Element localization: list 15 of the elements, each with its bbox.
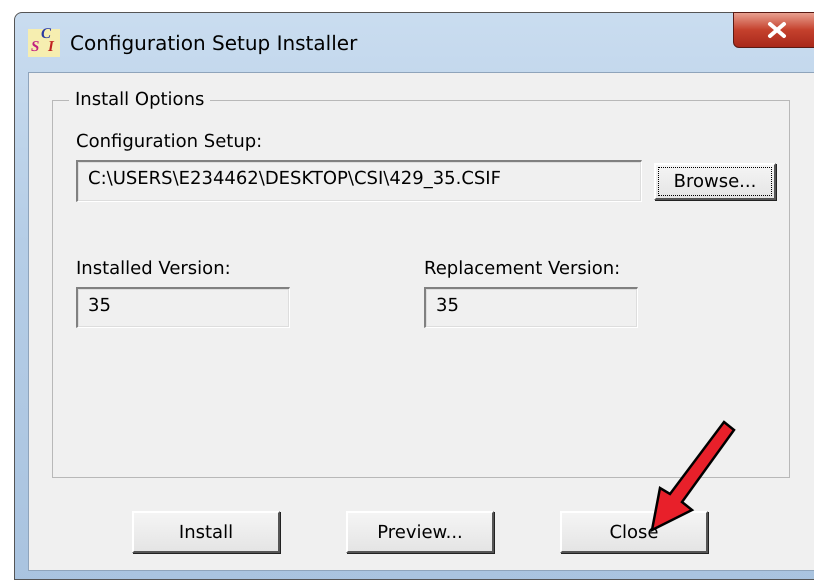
version-field[interactable]: 35 bbox=[424, 287, 638, 328]
group-title: Install Options bbox=[69, 89, 210, 110]
window-title: Configuration Setup Installer bbox=[70, 30, 358, 54]
path-field[interactable]: C:\USERS\E234462\DESKTOP\CSI\429_35.CSIF bbox=[76, 160, 642, 202]
dialog-button[interactable]: Close bbox=[560, 511, 708, 553]
version-field[interactable]: 35 bbox=[76, 287, 290, 328]
app-logo-icon: C S I bbox=[28, 28, 60, 56]
close-button[interactable] bbox=[733, 12, 814, 48]
browse-button[interactable]: Browse... bbox=[654, 162, 776, 200]
dialog-button[interactable]: Install bbox=[132, 511, 280, 553]
close-icon bbox=[766, 21, 788, 39]
dialog-button[interactable]: Preview... bbox=[346, 511, 494, 553]
field-label: Replacement Version: bbox=[424, 258, 622, 279]
field-label: Installed Version: bbox=[76, 258, 232, 279]
field-label: Configuration Setup: bbox=[76, 131, 264, 152]
